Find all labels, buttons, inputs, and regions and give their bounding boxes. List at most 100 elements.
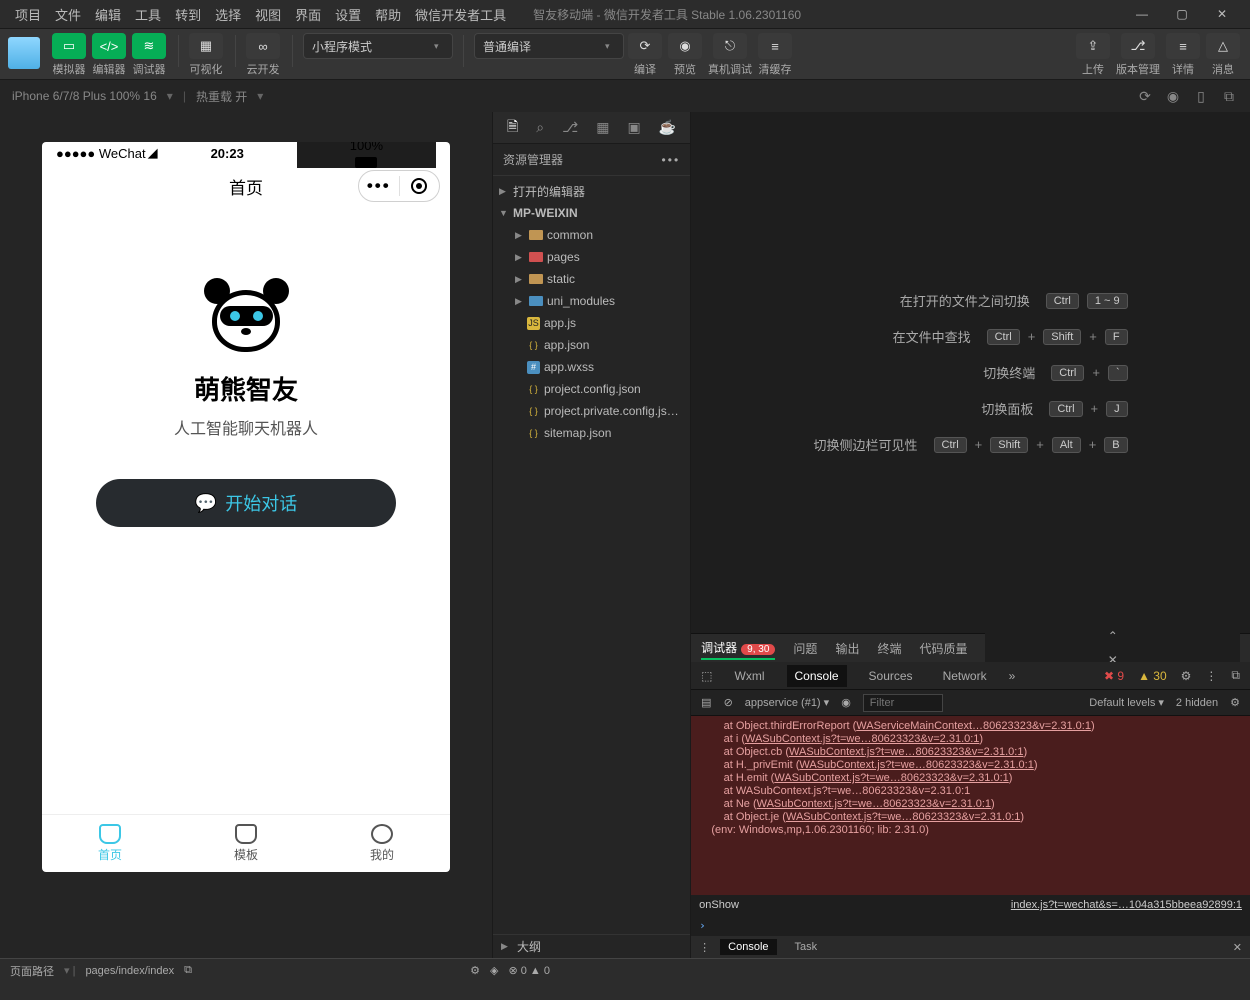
open-editors-section[interactable]: ▶打开的编辑器 bbox=[493, 180, 690, 202]
device-label[interactable]: iPhone 6/7/8 Plus 100% 16 bbox=[12, 89, 157, 103]
gear-icon[interactable]: ⚙ bbox=[1181, 669, 1192, 683]
more-icon[interactable]: ••• bbox=[662, 153, 681, 167]
levels-select[interactable]: Default levels ▾ bbox=[1089, 696, 1164, 709]
capsule-close-icon[interactable] bbox=[400, 178, 440, 194]
warn-count[interactable]: ▲ 30 bbox=[1138, 669, 1167, 683]
menu-item[interactable]: 转到 bbox=[168, 4, 208, 27]
menu-item[interactable]: 微信开发者工具 bbox=[408, 4, 513, 27]
window-close[interactable] bbox=[1202, 0, 1242, 28]
file-app-json[interactable]: { }app.json bbox=[493, 334, 690, 356]
inspect-icon[interactable]: ⬚ bbox=[701, 669, 712, 683]
device-icon[interactable]: ▯ bbox=[1192, 87, 1210, 105]
hot-reload-label[interactable]: 热重载 开 bbox=[196, 88, 247, 105]
remote-debug-button[interactable]: ⎋ bbox=[713, 33, 747, 59]
file-app-wxss[interactable]: #app.wxss bbox=[493, 356, 690, 378]
menu-item[interactable]: 编辑 bbox=[88, 4, 128, 27]
start-chat-button[interactable]: 💬 开始对话 bbox=[96, 479, 396, 527]
tab-template[interactable]: 模板 bbox=[178, 815, 314, 872]
beaker-icon[interactable]: ☕ bbox=[659, 119, 676, 136]
record-icon[interactable]: ◉ bbox=[1164, 87, 1182, 105]
tab-debugger[interactable]: 调试器9, 30 bbox=[701, 637, 775, 660]
outline-section[interactable]: ▶大纲 bbox=[493, 934, 690, 958]
debugger-button[interactable]: ≋ bbox=[132, 33, 166, 59]
kebab-icon[interactable]: ⋮ bbox=[699, 941, 710, 954]
clear-cache-button[interactable]: ≡ bbox=[758, 33, 792, 59]
cloud-button[interactable]: ∞ bbox=[246, 33, 280, 59]
tab-home[interactable]: 首页 bbox=[42, 815, 178, 872]
files-icon[interactable]: 🗎 bbox=[507, 116, 518, 140]
copy-path-icon[interactable]: ⧉ bbox=[184, 964, 192, 977]
kebab-icon[interactable]: ⋮ bbox=[1205, 669, 1217, 683]
user-avatar[interactable] bbox=[8, 37, 40, 69]
menu-item[interactable]: 文件 bbox=[48, 4, 88, 27]
tab-network[interactable]: Network bbox=[935, 665, 995, 687]
upload-button[interactable]: ⇪ bbox=[1076, 33, 1110, 59]
menu-item[interactable]: 设置 bbox=[328, 4, 368, 27]
compile-select[interactable]: 普通编译▾ bbox=[474, 33, 624, 59]
folder-pages[interactable]: ▶pages bbox=[493, 246, 690, 268]
file-app-js[interactable]: JSapp.js bbox=[493, 312, 690, 334]
folder-uni-modules[interactable]: ▶uni_modules bbox=[493, 290, 690, 312]
tab-problems[interactable]: 问题 bbox=[793, 638, 817, 659]
tab-quality[interactable]: 代码质量 bbox=[919, 638, 967, 659]
sidebar-toggle-icon[interactable]: ▤ bbox=[701, 696, 711, 709]
capsule-menu[interactable]: ••• bbox=[358, 170, 440, 202]
dock-icon[interactable]: ⧉ bbox=[1231, 668, 1240, 683]
search-icon[interactable]: ⌕ bbox=[536, 119, 544, 136]
version-button[interactable]: ⎇ bbox=[1121, 33, 1155, 59]
context-select[interactable]: appservice (#1) ▾ bbox=[745, 696, 829, 709]
refresh-icon[interactable]: ⟳ bbox=[1136, 87, 1154, 105]
clear-icon[interactable]: ⊘ bbox=[724, 696, 733, 709]
shortcut-label: 切换侧边栏可见性 bbox=[814, 435, 918, 454]
capsule-more-icon[interactable]: ••• bbox=[359, 176, 399, 196]
git-icon[interactable]: ⎇ bbox=[562, 119, 578, 136]
compile-button[interactable]: ⟳ bbox=[628, 33, 662, 59]
mode-select[interactable]: 小程序模式▾ bbox=[303, 33, 453, 59]
more-tabs-icon[interactable]: » bbox=[1009, 669, 1016, 683]
ext2-icon[interactable]: ▣ bbox=[627, 119, 640, 136]
visual-button[interactable]: ▦ bbox=[189, 33, 223, 59]
menu-item[interactable]: 界面 bbox=[288, 4, 328, 27]
menu-item[interactable]: 项目 bbox=[8, 4, 48, 27]
console-prompt[interactable]: › bbox=[691, 915, 1250, 936]
onshow-source-link[interactable]: index.js?t=wechat&s=…104a315bbeea92899:1 bbox=[1011, 899, 1242, 911]
menu-item[interactable]: 帮助 bbox=[368, 4, 408, 27]
folder-common[interactable]: ▶common bbox=[493, 224, 690, 246]
file-sitemap[interactable]: { }sitemap.json bbox=[493, 422, 690, 444]
settings-icon[interactable]: ⚙ bbox=[470, 964, 480, 977]
chevron-up-icon[interactable]: ⌃ bbox=[1108, 629, 1118, 643]
error-count[interactable]: ✖ 9 bbox=[1104, 669, 1124, 683]
tab-terminal[interactable]: 终端 bbox=[877, 638, 901, 659]
copy-icon[interactable]: ⧉ bbox=[1220, 87, 1238, 105]
footer-console[interactable]: Console bbox=[720, 939, 776, 955]
window-minimize[interactable] bbox=[1122, 0, 1162, 28]
editor-button[interactable]: </> bbox=[92, 33, 126, 59]
tab-sources[interactable]: Sources bbox=[861, 665, 921, 687]
hidden-count[interactable]: 2 hidden bbox=[1176, 697, 1218, 709]
footer-task[interactable]: Task bbox=[787, 939, 826, 955]
ext1-icon[interactable]: ▦ bbox=[596, 119, 609, 136]
filter-input[interactable] bbox=[863, 694, 943, 712]
window-maximize[interactable] bbox=[1162, 0, 1202, 28]
eye-icon[interactable]: ◉ bbox=[841, 696, 851, 709]
route-path[interactable]: pages/index/index bbox=[85, 965, 174, 977]
tab-wxml[interactable]: Wxml bbox=[727, 665, 773, 687]
tab-console[interactable]: Console bbox=[787, 665, 847, 687]
file-project-private[interactable]: { }project.private.config.js… bbox=[493, 400, 690, 422]
tab-mine[interactable]: 我的 bbox=[314, 815, 450, 872]
tab-output[interactable]: 输出 bbox=[835, 638, 859, 659]
folder-static[interactable]: ▶static bbox=[493, 268, 690, 290]
simulator-button[interactable]: ▭ bbox=[52, 33, 86, 59]
preview-button[interactable]: ◉ bbox=[668, 33, 702, 59]
watch-icon[interactable]: ◈ bbox=[490, 964, 498, 977]
settings-gear-icon[interactable]: ⚙ bbox=[1230, 696, 1240, 709]
file-project-config[interactable]: { }project.config.json bbox=[493, 378, 690, 400]
menu-item[interactable]: 选择 bbox=[208, 4, 248, 27]
menu-item[interactable]: 工具 bbox=[128, 4, 168, 27]
menu-item[interactable]: 视图 bbox=[248, 4, 288, 27]
close-footer-icon[interactable]: ✕ bbox=[1233, 941, 1242, 954]
root-folder[interactable]: ▼MP-WEIXIN bbox=[493, 202, 690, 224]
details-button[interactable]: ≡ bbox=[1166, 33, 1200, 59]
status-issues[interactable]: ⊗ 0 ▲ 0 bbox=[508, 964, 550, 977]
messages-button[interactable]: △ bbox=[1206, 33, 1240, 59]
